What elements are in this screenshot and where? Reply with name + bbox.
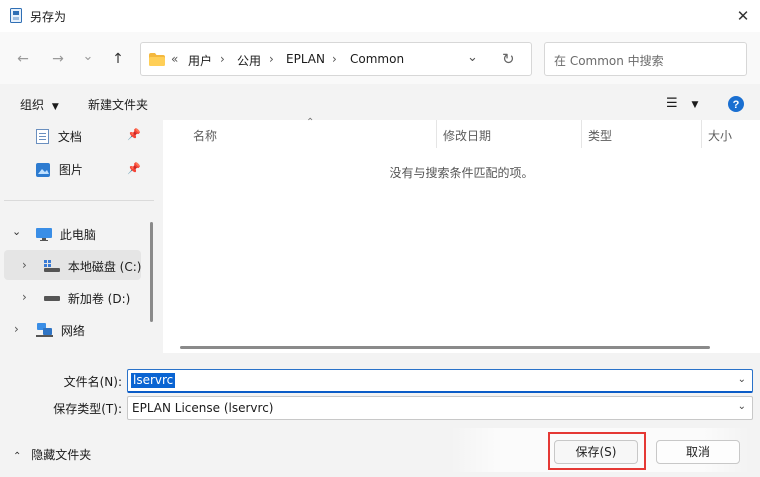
column-divider[interactable]: [581, 120, 582, 148]
title-bar: 另存为 ✕: [0, 0, 760, 32]
empty-folder-message: 没有与搜索条件匹配的项。: [389, 166, 534, 180]
chevron-down-icon[interactable]: ⌄: [738, 374, 746, 385]
forward-arrow-icon[interactable]: →: [45, 46, 71, 72]
recent-locations-chevron-icon[interactable]: ⌄: [75, 44, 101, 70]
sort-ascending-icon: ⌃: [306, 117, 315, 128]
drive-icon: [44, 296, 60, 301]
sidebar-item-pictures[interactable]: 图片: [36, 161, 83, 178]
help-icon[interactable]: ?: [727, 95, 745, 113]
pin-icon[interactable]: 📌: [127, 128, 141, 141]
address-dropdown-icon[interactable]: ⌄: [467, 50, 478, 65]
computer-icon: [36, 228, 52, 241]
sidebar-item-label: 图片: [58, 163, 83, 177]
pin-icon[interactable]: 📌: [127, 162, 141, 175]
sidebar-item-label: 文档: [57, 130, 82, 144]
filetype-select[interactable]: EPLAN License (lservrc) ⌄: [127, 396, 753, 420]
network-icon: [36, 323, 53, 337]
chevron-down-icon: ▼: [51, 102, 59, 112]
refresh-icon[interactable]: ↻: [502, 50, 515, 68]
document-icon: [36, 129, 49, 144]
horizontal-scrollbar[interactable]: [180, 346, 710, 349]
close-icon[interactable]: ✕: [728, 3, 758, 29]
svg-text:?: ?: [733, 99, 740, 111]
sidebar-item-documents[interactable]: 文档: [36, 128, 82, 145]
sidebar-scrollbar[interactable]: [150, 222, 153, 322]
up-arrow-icon[interactable]: ↑: [105, 46, 131, 72]
save-dialog-icon: [10, 8, 22, 23]
hide-folders-label: 隐藏文件夹: [31, 448, 92, 462]
column-divider[interactable]: [436, 120, 437, 148]
sidebar-divider: [4, 200, 154, 201]
sidebar-item-new-volume-d[interactable]: 新加卷 (D:): [44, 290, 130, 307]
breadcrumb-public[interactable]: 公用: [237, 52, 261, 69]
chevron-down-icon[interactable]: ⌄: [738, 401, 746, 412]
sidebar-item-label: 本地磁盘 (C:): [67, 260, 142, 274]
sidebar-item-local-disk-c[interactable]: 本地磁盘 (C:): [44, 258, 141, 275]
breadcrumb-overflow[interactable]: «: [171, 52, 178, 66]
organize-label: 组织: [20, 98, 45, 112]
sidebar-item-label: 新加卷 (D:): [67, 292, 131, 306]
breadcrumb-separator: ›: [269, 52, 274, 66]
filename-value: lservrc: [131, 373, 176, 388]
collapsed-chevron-icon[interactable]: ›: [14, 322, 19, 336]
folder-icon: [149, 53, 165, 66]
breadcrumb-common[interactable]: Common: [350, 52, 404, 66]
expanded-chevron-icon[interactable]: ⌄: [12, 225, 21, 238]
back-arrow-icon[interactable]: ←: [10, 46, 36, 72]
organize-menu-button[interactable]: 组织 ▼: [20, 96, 59, 113]
chevron-up-icon: ⌃: [13, 451, 22, 462]
window-title: 另存为: [30, 10, 67, 24]
collapsed-chevron-icon[interactable]: ›: [22, 258, 27, 272]
sidebar-item-label: 网络: [60, 324, 85, 338]
column-header-size[interactable]: 大小: [708, 127, 732, 144]
breadcrumb-separator: ›: [220, 52, 225, 66]
hide-folders-toggle[interactable]: ⌃ 隐藏文件夹: [13, 446, 91, 463]
column-header-type[interactable]: 类型: [588, 127, 612, 144]
sidebar-item-this-pc[interactable]: 此电脑: [36, 226, 96, 243]
sidebar-item-label: 此电脑: [59, 228, 96, 242]
column-header-name[interactable]: 名称: [193, 127, 217, 144]
search-box[interactable]: 在 Common 中搜索: [544, 42, 747, 76]
filename-label: 文件名(N):: [63, 375, 122, 389]
column-header-date-modified[interactable]: 修改日期: [443, 127, 491, 144]
filetype-label: 保存类型(T):: [53, 402, 122, 416]
search-placeholder: 在 Common 中搜索: [554, 54, 664, 68]
sidebar-item-network[interactable]: 网络: [36, 322, 85, 339]
view-options-button[interactable]: ☰ ▼: [666, 96, 698, 111]
local-disk-icon: [44, 260, 60, 272]
cancel-button[interactable]: 取消: [656, 440, 740, 464]
filetype-value: EPLAN License (lservrc): [132, 401, 274, 415]
collapsed-chevron-icon[interactable]: ›: [22, 290, 27, 304]
chevron-down-icon: ▼: [691, 100, 699, 110]
breadcrumb-users[interactable]: 用户: [188, 52, 212, 69]
filename-field[interactable]: lservrc ⌄: [127, 369, 753, 393]
breadcrumb-separator: ›: [332, 52, 337, 66]
list-view-icon: ☰: [666, 96, 678, 111]
column-divider[interactable]: [701, 120, 702, 148]
new-folder-button[interactable]: 新建文件夹: [88, 96, 148, 113]
highlight-box: [548, 432, 646, 470]
breadcrumb-eplan[interactable]: EPLAN: [286, 52, 325, 66]
picture-icon: [36, 163, 50, 177]
address-bar[interactable]: « 用户 › 公用 › EPLAN › Common ⌄ ↻: [140, 42, 532, 76]
file-list: 名称 ⌃ 修改日期 类型 大小 没有与搜索条件匹配的项。: [163, 117, 760, 353]
